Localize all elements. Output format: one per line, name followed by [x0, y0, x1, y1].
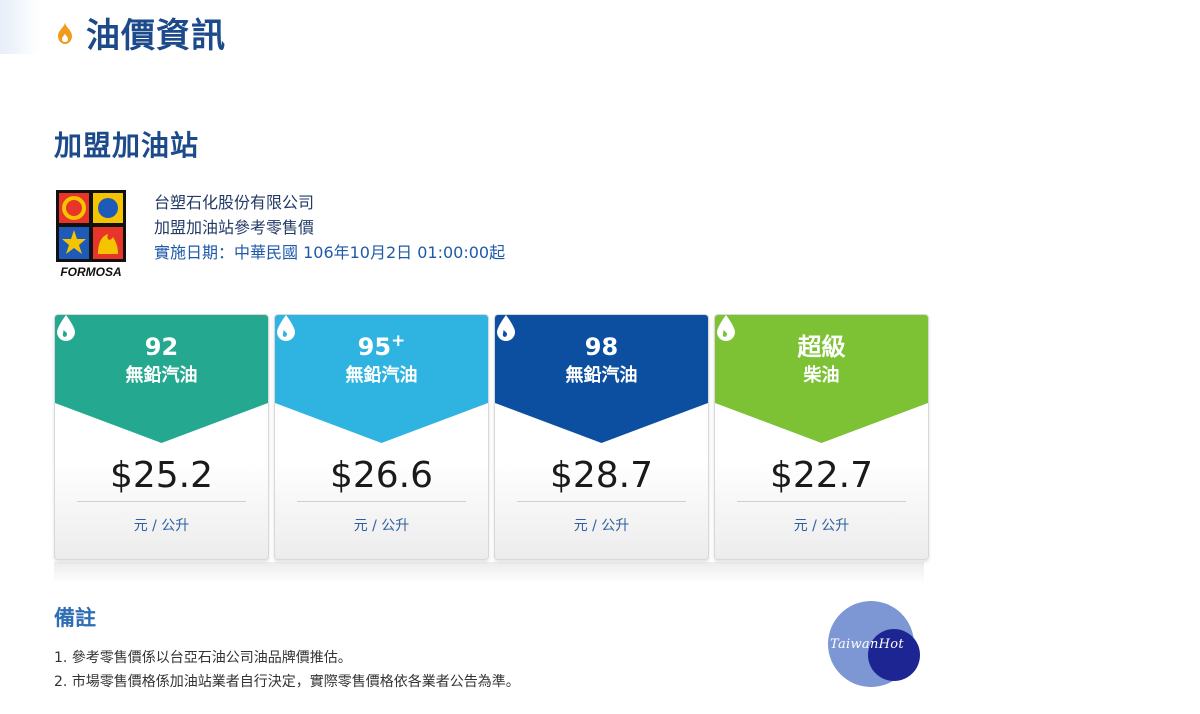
fuel-name: 柴油: [803, 365, 840, 386]
oil-drop-icon: [717, 315, 735, 341]
oil-drop-icon: [277, 315, 295, 341]
fuel-grade: 超級: [797, 333, 846, 361]
formosa-logo: FORMOSA: [56, 190, 126, 280]
fuel-grade: 92: [144, 333, 179, 361]
fuel-name: 無鉛汽油: [565, 365, 638, 386]
price-card-95: 95+ 無鉛汽油 $26.6 元 / 公升: [274, 314, 489, 560]
price-value: $22.7: [769, 455, 874, 496]
divider: [297, 501, 466, 502]
fuel-grade: 98: [584, 333, 619, 361]
divider: [517, 501, 686, 502]
price-cards: 92 無鉛汽油 $25.2 元 / 公升 95+ 無鉛汽油 $26.6 元 / …: [54, 314, 929, 560]
flame-icon: [58, 21, 72, 44]
page-title: 油價資訊: [86, 16, 226, 56]
watermark-text: TaiwanHot: [830, 637, 904, 652]
notes-title: 備註: [54, 606, 96, 630]
page-header: 油價資訊: [56, 8, 226, 57]
price-unit: 元 / 公升: [133, 518, 190, 534]
price-value: $26.6: [329, 455, 434, 496]
oil-drop-icon: [57, 315, 75, 341]
price-subtitle: 加盟加油站參考零售價: [154, 218, 315, 237]
company-info: FORMOSA 台塑石化股份有限公司 加盟加油站參考零售價 實施日期：中華民國 …: [56, 190, 505, 280]
card-reflection: [54, 562, 924, 584]
taiwanhot-watermark: TaiwanHot: [828, 599, 924, 689]
effective-date: 實施日期：中華民國 106年10月2日 01:00:00起: [154, 243, 506, 262]
price-value: $25.2: [109, 455, 214, 496]
oil-drop-icon: [497, 315, 515, 341]
price-card-98: 98 無鉛汽油 $28.7 元 / 公升: [494, 314, 709, 560]
fuel-name: 無鉛汽油: [345, 365, 418, 386]
notes-list: 1. 參考零售價係以台亞石油公司油品牌價推估。 2. 市場零售價格係加油站業者自…: [54, 646, 520, 694]
price-unit: 元 / 公升: [793, 518, 850, 534]
section-title: 加盟加油站: [54, 129, 200, 162]
company-name: 台塑石化股份有限公司: [154, 193, 315, 212]
fuel-name: 無鉛汽油: [125, 365, 198, 386]
fuel-grade: 95+: [357, 331, 406, 362]
price-unit: 元 / 公升: [573, 518, 630, 534]
note-item: 1. 參考零售價係以台亞石油公司油品牌價推估。: [54, 650, 352, 666]
note-item: 2. 市場零售價格係加油站業者自行決定，實際零售價格依各業者公告為準。: [54, 674, 520, 690]
price-unit: 元 / 公升: [353, 518, 410, 534]
divider: [77, 501, 246, 502]
price-value: $28.7: [549, 455, 654, 496]
price-card-92: 92 無鉛汽油 $25.2 元 / 公升: [54, 314, 269, 560]
divider: [737, 501, 906, 502]
price-card-diesel: 超級 柴油 $22.7 元 / 公升: [714, 314, 929, 560]
svg-text:FORMOSA: FORMOSA: [60, 265, 121, 279]
